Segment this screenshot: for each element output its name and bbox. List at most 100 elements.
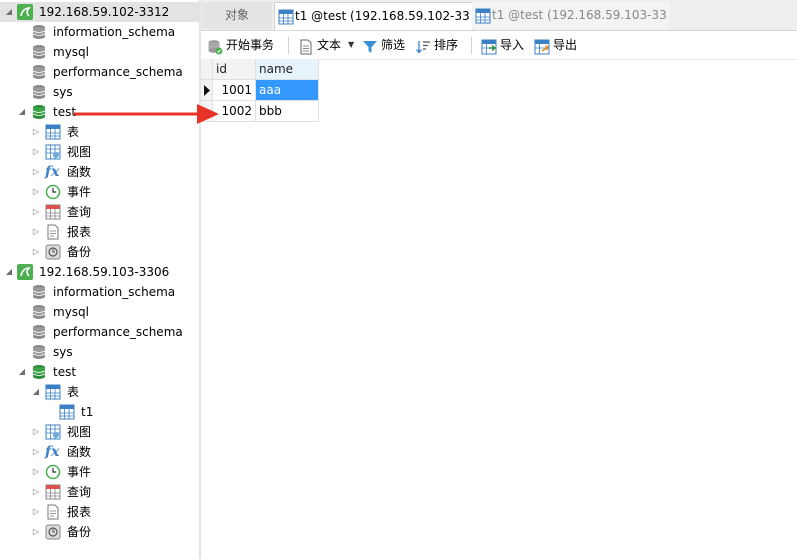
node-queries[interactable]: ▷ 查询 xyxy=(0,482,199,502)
navigation-tree: ◢ 192.168.59.102-3312 information_schema… xyxy=(0,0,199,559)
database-icon xyxy=(31,64,47,80)
tab-objects[interactable]: 对象 xyxy=(202,2,272,29)
collapse-arrow-icon[interactable]: ◢ xyxy=(4,262,14,282)
toolbar-separator xyxy=(288,37,289,54)
column-header-id[interactable]: id xyxy=(213,59,256,80)
expand-arrow-icon[interactable]: ▷ xyxy=(31,522,41,542)
table-label: t1 xyxy=(81,405,94,419)
function-icon: fx xyxy=(45,164,60,180)
db-label: mysql xyxy=(53,45,89,59)
expand-arrow-icon[interactable]: ▷ xyxy=(31,462,41,482)
database-icon xyxy=(31,84,47,100)
connection-label: 192.168.59.102-3312 xyxy=(39,5,170,19)
expand-arrow-icon[interactable]: ▷ xyxy=(31,482,41,502)
row-selector[interactable] xyxy=(201,101,213,122)
tab-t1-103[interactable]: t1 @test (192.168.59.103-33... xyxy=(472,2,670,29)
node-label: 视图 xyxy=(67,145,92,159)
db-item-sys[interactable]: sys xyxy=(0,342,199,362)
expand-arrow-icon[interactable]: ▷ xyxy=(31,162,41,182)
collapse-arrow-icon[interactable]: ◢ xyxy=(17,102,27,122)
node-functions[interactable]: ▷ fx 函数 xyxy=(0,442,199,462)
node-label: 事件 xyxy=(67,185,92,199)
db-item-information-schema[interactable]: information_schema xyxy=(0,22,199,42)
node-label: 函数 xyxy=(67,445,92,459)
connection-label: 192.168.59.103-3306 xyxy=(39,265,170,279)
expand-arrow-icon[interactable]: ▷ xyxy=(31,202,41,222)
table-icon xyxy=(59,404,75,420)
node-backups[interactable]: ▷ 备份 xyxy=(0,242,199,262)
db-item-test[interactable]: ◢ test xyxy=(0,362,199,382)
table-item-t1[interactable]: t1 xyxy=(0,402,199,422)
node-reports[interactable]: ▷ 报表 xyxy=(0,222,199,242)
node-tables[interactable]: ◢ 表 xyxy=(0,382,199,402)
db-label: mysql xyxy=(53,305,89,319)
db-item-mysql[interactable]: mysql xyxy=(0,302,199,322)
table-icon xyxy=(475,7,491,24)
expand-arrow-icon[interactable]: ▷ xyxy=(31,242,41,262)
database-icon xyxy=(31,344,47,360)
function-icon: fx xyxy=(45,444,60,460)
transaction-icon xyxy=(207,37,223,55)
node-label: 报表 xyxy=(67,225,92,239)
cell-id[interactable]: 1002 xyxy=(213,101,256,122)
expand-arrow-icon[interactable]: ▷ xyxy=(31,182,41,202)
database-icon xyxy=(31,44,47,60)
db-item-sys[interactable]: sys xyxy=(0,82,199,102)
database-icon xyxy=(31,24,47,40)
expand-arrow-icon[interactable]: ▷ xyxy=(31,122,41,142)
node-reports[interactable]: ▷ 报表 xyxy=(0,502,199,522)
export-icon xyxy=(534,37,550,55)
expand-arrow-icon[interactable]: ▷ xyxy=(31,222,41,242)
db-label: sys xyxy=(53,345,73,359)
db-label: performance_schema xyxy=(53,325,183,339)
column-header-name[interactable]: name xyxy=(256,59,319,80)
node-views[interactable]: ▷ 视图 xyxy=(0,422,199,442)
cell-name[interactable]: bbb xyxy=(256,101,319,122)
connection-item-103[interactable]: ◢ 192.168.59.103-3306 xyxy=(0,262,199,282)
database-active-icon xyxy=(31,364,47,380)
collapse-arrow-icon[interactable]: ◢ xyxy=(17,362,27,382)
node-functions[interactable]: ▷ fx 函数 xyxy=(0,162,199,182)
dropdown-arrow-icon[interactable]: ▼ xyxy=(348,31,354,59)
expand-arrow-icon[interactable]: ▷ xyxy=(31,502,41,522)
node-label: 查询 xyxy=(67,205,92,219)
row-selector[interactable] xyxy=(201,80,213,101)
collapse-arrow-icon[interactable]: ◢ xyxy=(4,2,14,22)
node-tables[interactable]: ▷ 表 xyxy=(0,122,199,142)
row-header-corner xyxy=(201,59,213,80)
filter-icon xyxy=(362,37,378,53)
db-label: performance_schema xyxy=(53,65,183,79)
node-label: 备份 xyxy=(67,525,92,539)
node-label: 报表 xyxy=(67,505,92,519)
connection-item-102[interactable]: ◢ 192.168.59.102-3312 xyxy=(0,2,199,22)
view-icon xyxy=(45,144,61,160)
db-item-performance-schema[interactable]: performance_schema xyxy=(0,62,199,82)
node-label: 查询 xyxy=(67,485,92,499)
db-item-performance-schema[interactable]: performance_schema xyxy=(0,322,199,342)
expand-arrow-icon[interactable]: ▷ xyxy=(31,442,41,462)
node-views[interactable]: ▷ 视图 xyxy=(0,142,199,162)
tab-bar: 对象 t1 @test (192.168.59.102-33... t1 @te… xyxy=(201,0,797,31)
node-label: 函数 xyxy=(67,165,92,179)
query-icon xyxy=(45,484,61,500)
expand-arrow-icon[interactable]: ▷ xyxy=(31,422,41,442)
node-label: 事件 xyxy=(67,465,92,479)
query-icon xyxy=(45,204,61,220)
node-events[interactable]: ▷ 事件 xyxy=(0,182,199,202)
table-icon xyxy=(278,8,294,25)
cell-id[interactable]: 1001 xyxy=(213,80,256,101)
cell-name-selected[interactable]: aaa xyxy=(256,80,319,101)
node-backups[interactable]: ▷ 备份 xyxy=(0,522,199,542)
db-item-information-schema[interactable]: information_schema xyxy=(0,282,199,302)
db-item-test[interactable]: ◢ test xyxy=(0,102,199,122)
sort-icon xyxy=(415,37,431,54)
tab-t1-102[interactable]: t1 @test (192.168.59.102-33... xyxy=(274,2,473,30)
expand-arrow-icon[interactable]: ▷ xyxy=(31,142,41,162)
collapse-arrow-icon[interactable]: ◢ xyxy=(31,382,41,402)
node-events[interactable]: ▷ 事件 xyxy=(0,462,199,482)
node-label: 表 xyxy=(67,385,80,399)
document-icon xyxy=(298,37,314,55)
view-icon xyxy=(45,424,61,440)
node-queries[interactable]: ▷ 查询 xyxy=(0,202,199,222)
db-item-mysql[interactable]: mysql xyxy=(0,42,199,62)
